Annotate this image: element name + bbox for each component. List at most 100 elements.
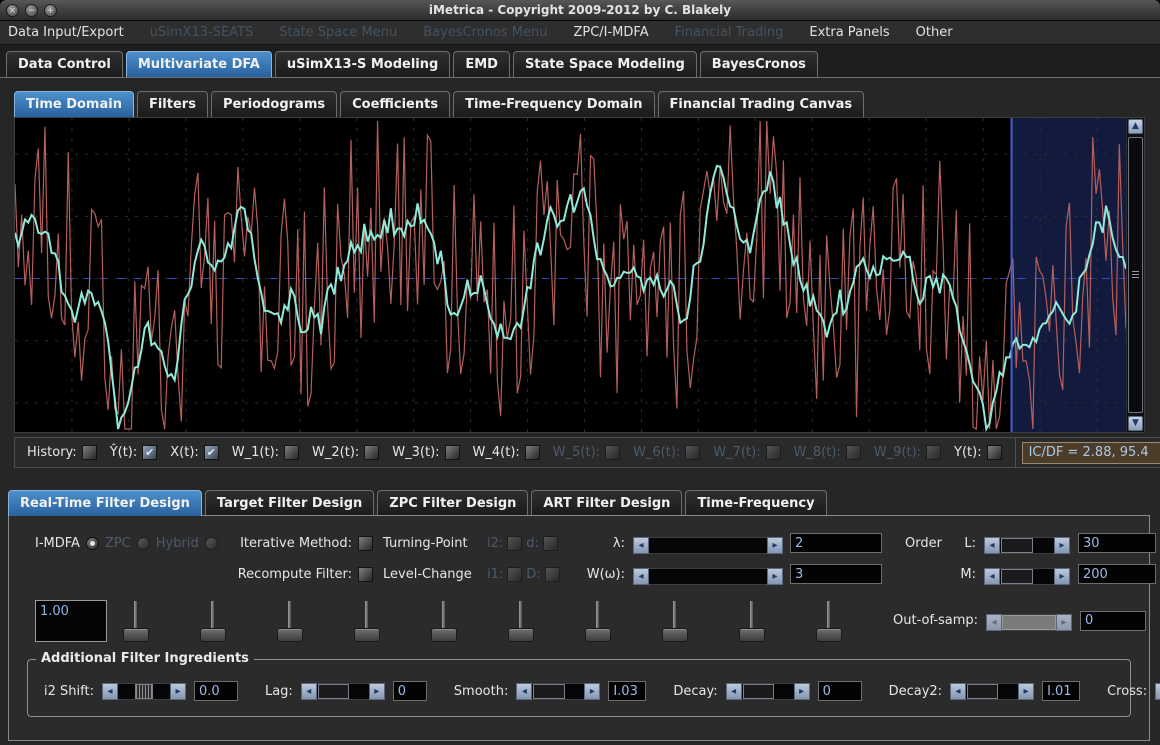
history-checkbox[interactable] [82, 445, 97, 460]
scroll-left-icon[interactable]: ◂ [633, 568, 649, 585]
slider-knob[interactable] [739, 628, 765, 642]
scroll-track[interactable] [317, 683, 369, 700]
scroll-right-icon[interactable]: ▸ [170, 683, 186, 700]
imdfa-radio[interactable] [86, 537, 99, 550]
scroll-thumb[interactable] [1001, 569, 1033, 584]
scroll-left-icon[interactable]: ◂ [984, 537, 1000, 554]
tab-time-frequency[interactable]: Time-Frequency [685, 490, 826, 516]
scroll-left-icon[interactable]: ◂ [984, 568, 1000, 585]
tab-time-domain[interactable]: Time Domain [14, 91, 134, 117]
tab-target-filter-design[interactable]: Target Filter Design [205, 490, 374, 516]
decay2-value-field[interactable]: I.01 [1042, 681, 1080, 701]
decay2-scrollbar[interactable]: ◂▸ [950, 683, 1034, 700]
scroll-right-icon[interactable]: ▸ [1054, 568, 1070, 585]
order-m-value-field[interactable]: 200 [1078, 564, 1156, 584]
scroll-right-icon[interactable]: ▸ [1018, 683, 1034, 700]
t-checkbox[interactable] [142, 445, 157, 460]
scroll-right-icon[interactable]: ▸ [1056, 614, 1072, 631]
coefficient-slider-6[interactable] [506, 600, 536, 644]
decay-value-field[interactable]: 0 [818, 681, 862, 701]
scroll-left-icon[interactable]: ◂ [726, 683, 742, 700]
tab-filters[interactable]: Filters [137, 91, 208, 117]
w-5-t-checkbox[interactable] [605, 445, 620, 460]
menu-item-state-space-menu[interactable]: State Space Menu [279, 25, 397, 40]
slider-knob[interactable] [200, 628, 226, 642]
lambda-value-field[interactable]: 2 [790, 533, 882, 553]
w-1-t-checkbox[interactable] [284, 445, 299, 460]
scroll-left-icon[interactable]: ◂ [102, 683, 118, 700]
tab-emd[interactable]: EMD [453, 51, 510, 77]
i2-shift-scrollbar[interactable]: ◂▸ [102, 683, 186, 700]
menu-item-zpc-i-mdfa[interactable]: ZPC/I-MDFA [573, 25, 648, 40]
w-8-t-checkbox[interactable] [846, 445, 861, 460]
w-4-t-checkbox[interactable] [525, 445, 540, 460]
slider-knob[interactable] [123, 628, 149, 642]
scroll-thumb[interactable] [1001, 538, 1033, 553]
tab-time-frequency-domain[interactable]: Time-Frequency Domain [453, 91, 654, 117]
scroll-right-icon[interactable]: ▸ [767, 537, 783, 554]
coefficient-slider-2[interactable] [198, 600, 228, 644]
order-l-value-field[interactable]: 30 [1078, 533, 1156, 553]
menu-item-data-input-export[interactable]: Data Input/Export [8, 25, 124, 40]
scroll-thumb[interactable] [967, 684, 998, 699]
tab-periodograms[interactable]: Periodograms [211, 91, 337, 117]
scroll-down-icon[interactable]: ▼ [1128, 416, 1143, 431]
tab-art-filter-design[interactable]: ART Filter Design [531, 490, 682, 516]
scroll-left-icon[interactable]: ◂ [986, 614, 1002, 631]
scroll-thumb[interactable] [533, 684, 564, 699]
time-series-chart[interactable] [15, 118, 1126, 432]
lag-scrollbar[interactable]: ◂▸ [301, 683, 385, 700]
smooth-scrollbar[interactable]: ◂▸ [516, 683, 600, 700]
menu-item-usimx13-seats[interactable]: uSimX13-SEATS [150, 25, 253, 40]
womega-value-field[interactable]: 3 [790, 564, 882, 584]
out-of-samp-scrollbar[interactable]: ◂▸ [986, 614, 1072, 631]
coefficient-value-field[interactable]: 1.00 [35, 600, 107, 642]
scroll-left-icon[interactable]: ◂ [516, 683, 532, 700]
womega-scrollbar[interactable]: ◂▸ [633, 568, 783, 585]
slider-knob[interactable] [585, 628, 611, 642]
d-checkbox[interactable] [543, 536, 558, 551]
scroll-right-icon[interactable]: ▸ [584, 683, 600, 700]
w-7-t-checkbox[interactable] [766, 445, 781, 460]
scroll-track[interactable] [1002, 614, 1056, 631]
slider-knob[interactable] [816, 628, 842, 642]
w-9-t-checkbox[interactable] [926, 445, 941, 460]
i2-checkbox[interactable] [507, 536, 522, 551]
iterative-method-checkbox[interactable] [358, 536, 373, 551]
w-6-t-checkbox[interactable] [685, 445, 700, 460]
smooth-value-field[interactable]: I.03 [608, 681, 646, 701]
coefficient-slider-9[interactable] [737, 600, 767, 644]
slider-knob[interactable] [431, 628, 457, 642]
slider-knob[interactable] [354, 628, 380, 642]
slider-knob[interactable] [662, 628, 688, 642]
menu-item-extra-panels[interactable]: Extra Panels [809, 25, 889, 40]
hybrid-radio[interactable] [205, 537, 218, 550]
scroll-thumb[interactable] [135, 684, 153, 699]
tab-real-time-filter-design[interactable]: Real-Time Filter Design [8, 490, 202, 516]
scroll-thumb[interactable] [318, 684, 349, 699]
coefficient-slider-5[interactable] [429, 600, 459, 644]
capital-d-checkbox[interactable] [545, 567, 560, 582]
slider-knob[interactable] [508, 628, 534, 642]
menu-item-other[interactable]: Other [916, 25, 953, 40]
scroll-left-icon[interactable]: ◂ [301, 683, 317, 700]
lambda-scrollbar[interactable]: ◂▸ [633, 537, 783, 554]
coefficient-slider-10[interactable] [814, 600, 844, 644]
out-of-samp-value-field[interactable]: 0 [1080, 611, 1146, 631]
tab-multivariate-dfa[interactable]: Multivariate DFA [126, 51, 272, 77]
scroll-track[interactable] [649, 568, 767, 585]
recompute-filter-checkbox[interactable] [358, 567, 373, 582]
minimize-button[interactable]: − [25, 4, 38, 17]
w-3-t-checkbox[interactable] [445, 445, 460, 460]
scroll-left-icon[interactable]: ◂ [1155, 683, 1160, 700]
scroll-track[interactable] [118, 683, 170, 700]
scrollbar-thumb[interactable] [1128, 137, 1143, 413]
tab-financial-trading-canvas[interactable]: Financial Trading Canvas [658, 91, 865, 117]
x-t-checkbox[interactable] [204, 445, 219, 460]
scroll-track[interactable] [532, 683, 584, 700]
tab-state-space-modeling[interactable]: State Space Modeling [513, 51, 697, 77]
w-2-t-checkbox[interactable] [364, 445, 379, 460]
tab-bayescronos[interactable]: BayesCronos [700, 51, 818, 77]
y-t-checkbox[interactable] [987, 445, 1002, 460]
chart-vertical-scrollbar[interactable]: ▲ ▼ [1126, 118, 1144, 432]
